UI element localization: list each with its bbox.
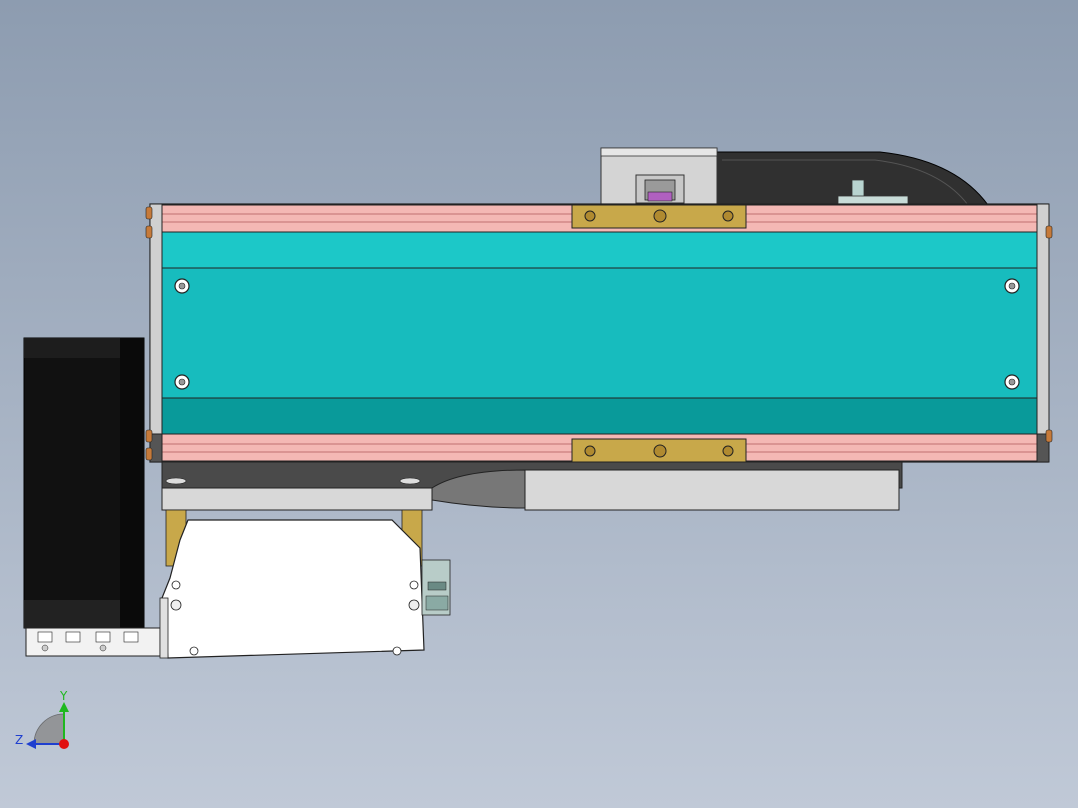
- x-axis-dot: [59, 739, 69, 749]
- aluminium-profile: [25, 627, 161, 657]
- motor: [23, 337, 145, 629]
- linear-module: [145, 203, 1053, 463]
- z-axis-arrowhead: [26, 739, 36, 749]
- proximity-sensor: [421, 559, 451, 616]
- y-axis-arrowhead: [59, 702, 69, 712]
- y-axis-label: Y: [59, 689, 68, 703]
- coordinate-triad: Y Z: [15, 689, 69, 749]
- base-plate: [161, 461, 903, 511]
- cable-junction-box: [159, 519, 425, 659]
- top-sensor-housing: [600, 147, 718, 206]
- cad-viewport[interactable]: Y Z: [0, 0, 1078, 808]
- upper-carriage: [571, 204, 747, 229]
- lower-carriage: [571, 438, 747, 463]
- assembly-drawing: Y Z: [15, 147, 1053, 749]
- z-axis-label: Z: [15, 733, 23, 747]
